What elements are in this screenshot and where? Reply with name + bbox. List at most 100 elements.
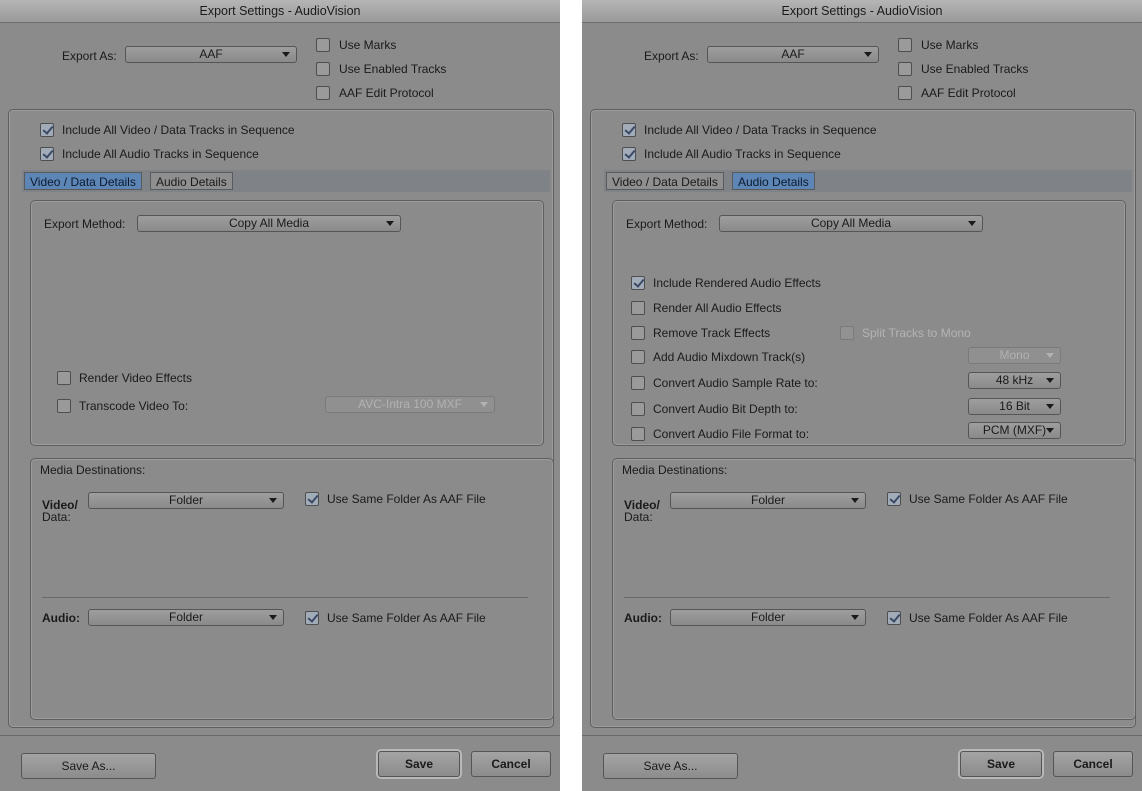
export-method-label: Export Method:: [626, 217, 708, 231]
convert-sample-rate-checkbox[interactable]: [631, 376, 645, 390]
chevron-down-icon: [269, 615, 277, 620]
chevron-down-icon: [851, 498, 859, 503]
export-method-value: Copy All Media: [228, 216, 310, 230]
chevron-down-icon: [282, 52, 290, 57]
include-rendered-audio-effects-label: Include Rendered Audio Effects: [653, 276, 821, 290]
chevron-down-icon: [269, 498, 277, 503]
chevron-down-icon: [480, 402, 488, 407]
tab-video-data-details[interactable]: Video / Data Details: [24, 172, 142, 190]
transcode-video-value: AVC-Intra 100 MXF: [358, 397, 462, 411]
bit-depth-dropdown[interactable]: 16 Bit: [968, 398, 1061, 415]
save-button[interactable]: Save: [378, 751, 460, 777]
export-as-label: Export As:: [644, 49, 699, 63]
include-audio-checkbox[interactable]: [40, 147, 54, 161]
use-enabled-tracks-checkbox[interactable]: [898, 62, 912, 76]
add-mixdown-label: Add Audio Mixdown Track(s): [653, 350, 806, 364]
sample-rate-dropdown[interactable]: 48 kHz: [968, 372, 1061, 389]
export-method-value: Copy All Media: [810, 216, 892, 230]
chevron-down-icon: [851, 615, 859, 620]
destinations-divider: [624, 597, 1110, 598]
save-button[interactable]: Save: [960, 751, 1042, 777]
mixdown-value: Mono: [999, 348, 1030, 362]
export-as-value: AAF: [781, 47, 805, 61]
audio-same-folder-label: Use Same Folder As AAF File: [327, 611, 486, 625]
include-video-data-label: Include All Video / Data Tracks in Seque…: [644, 123, 877, 137]
details-tab-bar: Video / Data Details Audio Details: [22, 170, 550, 192]
video-same-folder-checkbox[interactable]: [887, 492, 901, 506]
convert-file-format-checkbox[interactable]: [631, 427, 645, 441]
render-video-effects-checkbox[interactable]: [57, 371, 71, 385]
include-video-data-label: Include All Video / Data Tracks in Seque…: [62, 123, 295, 137]
transcode-video-checkbox[interactable]: [57, 399, 71, 413]
export-as-dropdown[interactable]: AAF: [707, 46, 879, 63]
use-enabled-tracks-checkbox[interactable]: [316, 62, 330, 76]
mixdown-dropdown[interactable]: Mono: [968, 347, 1061, 364]
details-tab-bar: Video / Data Details Audio Details: [604, 170, 1132, 192]
use-marks-label: Use Marks: [921, 38, 979, 52]
tab-video-data-details[interactable]: Video / Data Details: [606, 172, 724, 190]
chevron-down-icon: [1046, 428, 1054, 433]
footer-divider: [0, 735, 560, 736]
video-same-folder-label: Use Same Folder As AAF File: [327, 492, 486, 506]
chevron-down-icon: [968, 221, 976, 226]
use-marks-label: Use Marks: [339, 38, 397, 52]
aaf-edit-protocol-checkbox[interactable]: [316, 86, 330, 100]
audio-destination-value: Folder: [750, 610, 785, 624]
window-title: Export Settings - AudioVision: [0, 0, 560, 23]
export-method-dropdown[interactable]: Copy All Media: [137, 215, 401, 232]
tab-audio-details[interactable]: Audio Details: [150, 172, 233, 190]
convert-sample-rate-label: Convert Audio Sample Rate to:: [653, 376, 818, 390]
video-destination-value: Folder: [750, 493, 785, 507]
footer-divider: [582, 735, 1142, 736]
split-tracks-mono-checkbox[interactable]: [840, 326, 854, 340]
audio-destination-dropdown[interactable]: Folder: [88, 609, 284, 626]
cancel-button[interactable]: Cancel: [1053, 751, 1133, 777]
export-method-dropdown[interactable]: Copy All Media: [719, 215, 983, 232]
use-enabled-tracks-label: Use Enabled Tracks: [921, 62, 1029, 76]
video-same-folder-checkbox[interactable]: [305, 492, 319, 506]
audio-same-folder-checkbox[interactable]: [887, 611, 901, 625]
split-tracks-mono-label: Split Tracks to Mono: [862, 326, 971, 340]
remove-track-effects-checkbox[interactable]: [631, 326, 645, 340]
transcode-video-dropdown[interactable]: AVC-Intra 100 MXF: [325, 396, 495, 413]
add-mixdown-checkbox[interactable]: [631, 350, 645, 364]
chevron-down-icon: [1046, 353, 1054, 358]
destinations-divider: [42, 597, 528, 598]
audio-destination-label: Audio:: [624, 611, 662, 625]
save-as-button[interactable]: Save As...: [21, 753, 156, 779]
remove-track-effects-label: Remove Track Effects: [653, 326, 771, 340]
audio-same-folder-checkbox[interactable]: [305, 611, 319, 625]
use-marks-checkbox[interactable]: [316, 38, 330, 52]
convert-bit-depth-checkbox[interactable]: [631, 402, 645, 416]
window-title: Export Settings - AudioVision: [582, 0, 1142, 23]
convert-file-format-label: Convert Audio File Format to:: [653, 427, 810, 441]
include-rendered-audio-effects-checkbox[interactable]: [631, 276, 645, 290]
use-marks-checkbox[interactable]: [898, 38, 912, 52]
audio-destination-dropdown[interactable]: Folder: [670, 609, 866, 626]
file-format-dropdown[interactable]: PCM (MXF): [968, 422, 1061, 439]
media-destinations-label: Media Destinations:: [622, 463, 728, 477]
export-method-label: Export Method:: [44, 217, 126, 231]
sample-rate-value: 48 kHz: [995, 373, 1034, 387]
chevron-down-icon: [1046, 378, 1054, 383]
save-as-button[interactable]: Save As...: [603, 753, 738, 779]
convert-bit-depth-label: Convert Audio Bit Depth to:: [653, 402, 798, 416]
aaf-edit-protocol-checkbox[interactable]: [898, 86, 912, 100]
data-destination-label: Data:: [42, 510, 71, 524]
export-as-dropdown[interactable]: AAF: [125, 46, 297, 63]
bit-depth-value: 16 Bit: [999, 399, 1030, 413]
chevron-down-icon: [386, 221, 394, 226]
render-all-audio-effects-checkbox[interactable]: [631, 301, 645, 315]
video-destination-value: Folder: [168, 493, 203, 507]
cancel-button[interactable]: Cancel: [471, 751, 551, 777]
tab-audio-details[interactable]: Audio Details: [732, 172, 815, 190]
include-audio-checkbox[interactable]: [622, 147, 636, 161]
transcode-video-label: Transcode Video To:: [79, 399, 189, 413]
export-settings-window-audio: Export Settings - AudioVision Export As:…: [582, 0, 1142, 791]
include-video-data-checkbox[interactable]: [40, 123, 54, 137]
video-destination-dropdown[interactable]: Folder: [670, 492, 866, 509]
video-destination-dropdown[interactable]: Folder: [88, 492, 284, 509]
audio-same-folder-label: Use Same Folder As AAF File: [909, 611, 1068, 625]
render-video-effects-label: Render Video Effects: [79, 371, 192, 385]
include-video-data-checkbox[interactable]: [622, 123, 636, 137]
